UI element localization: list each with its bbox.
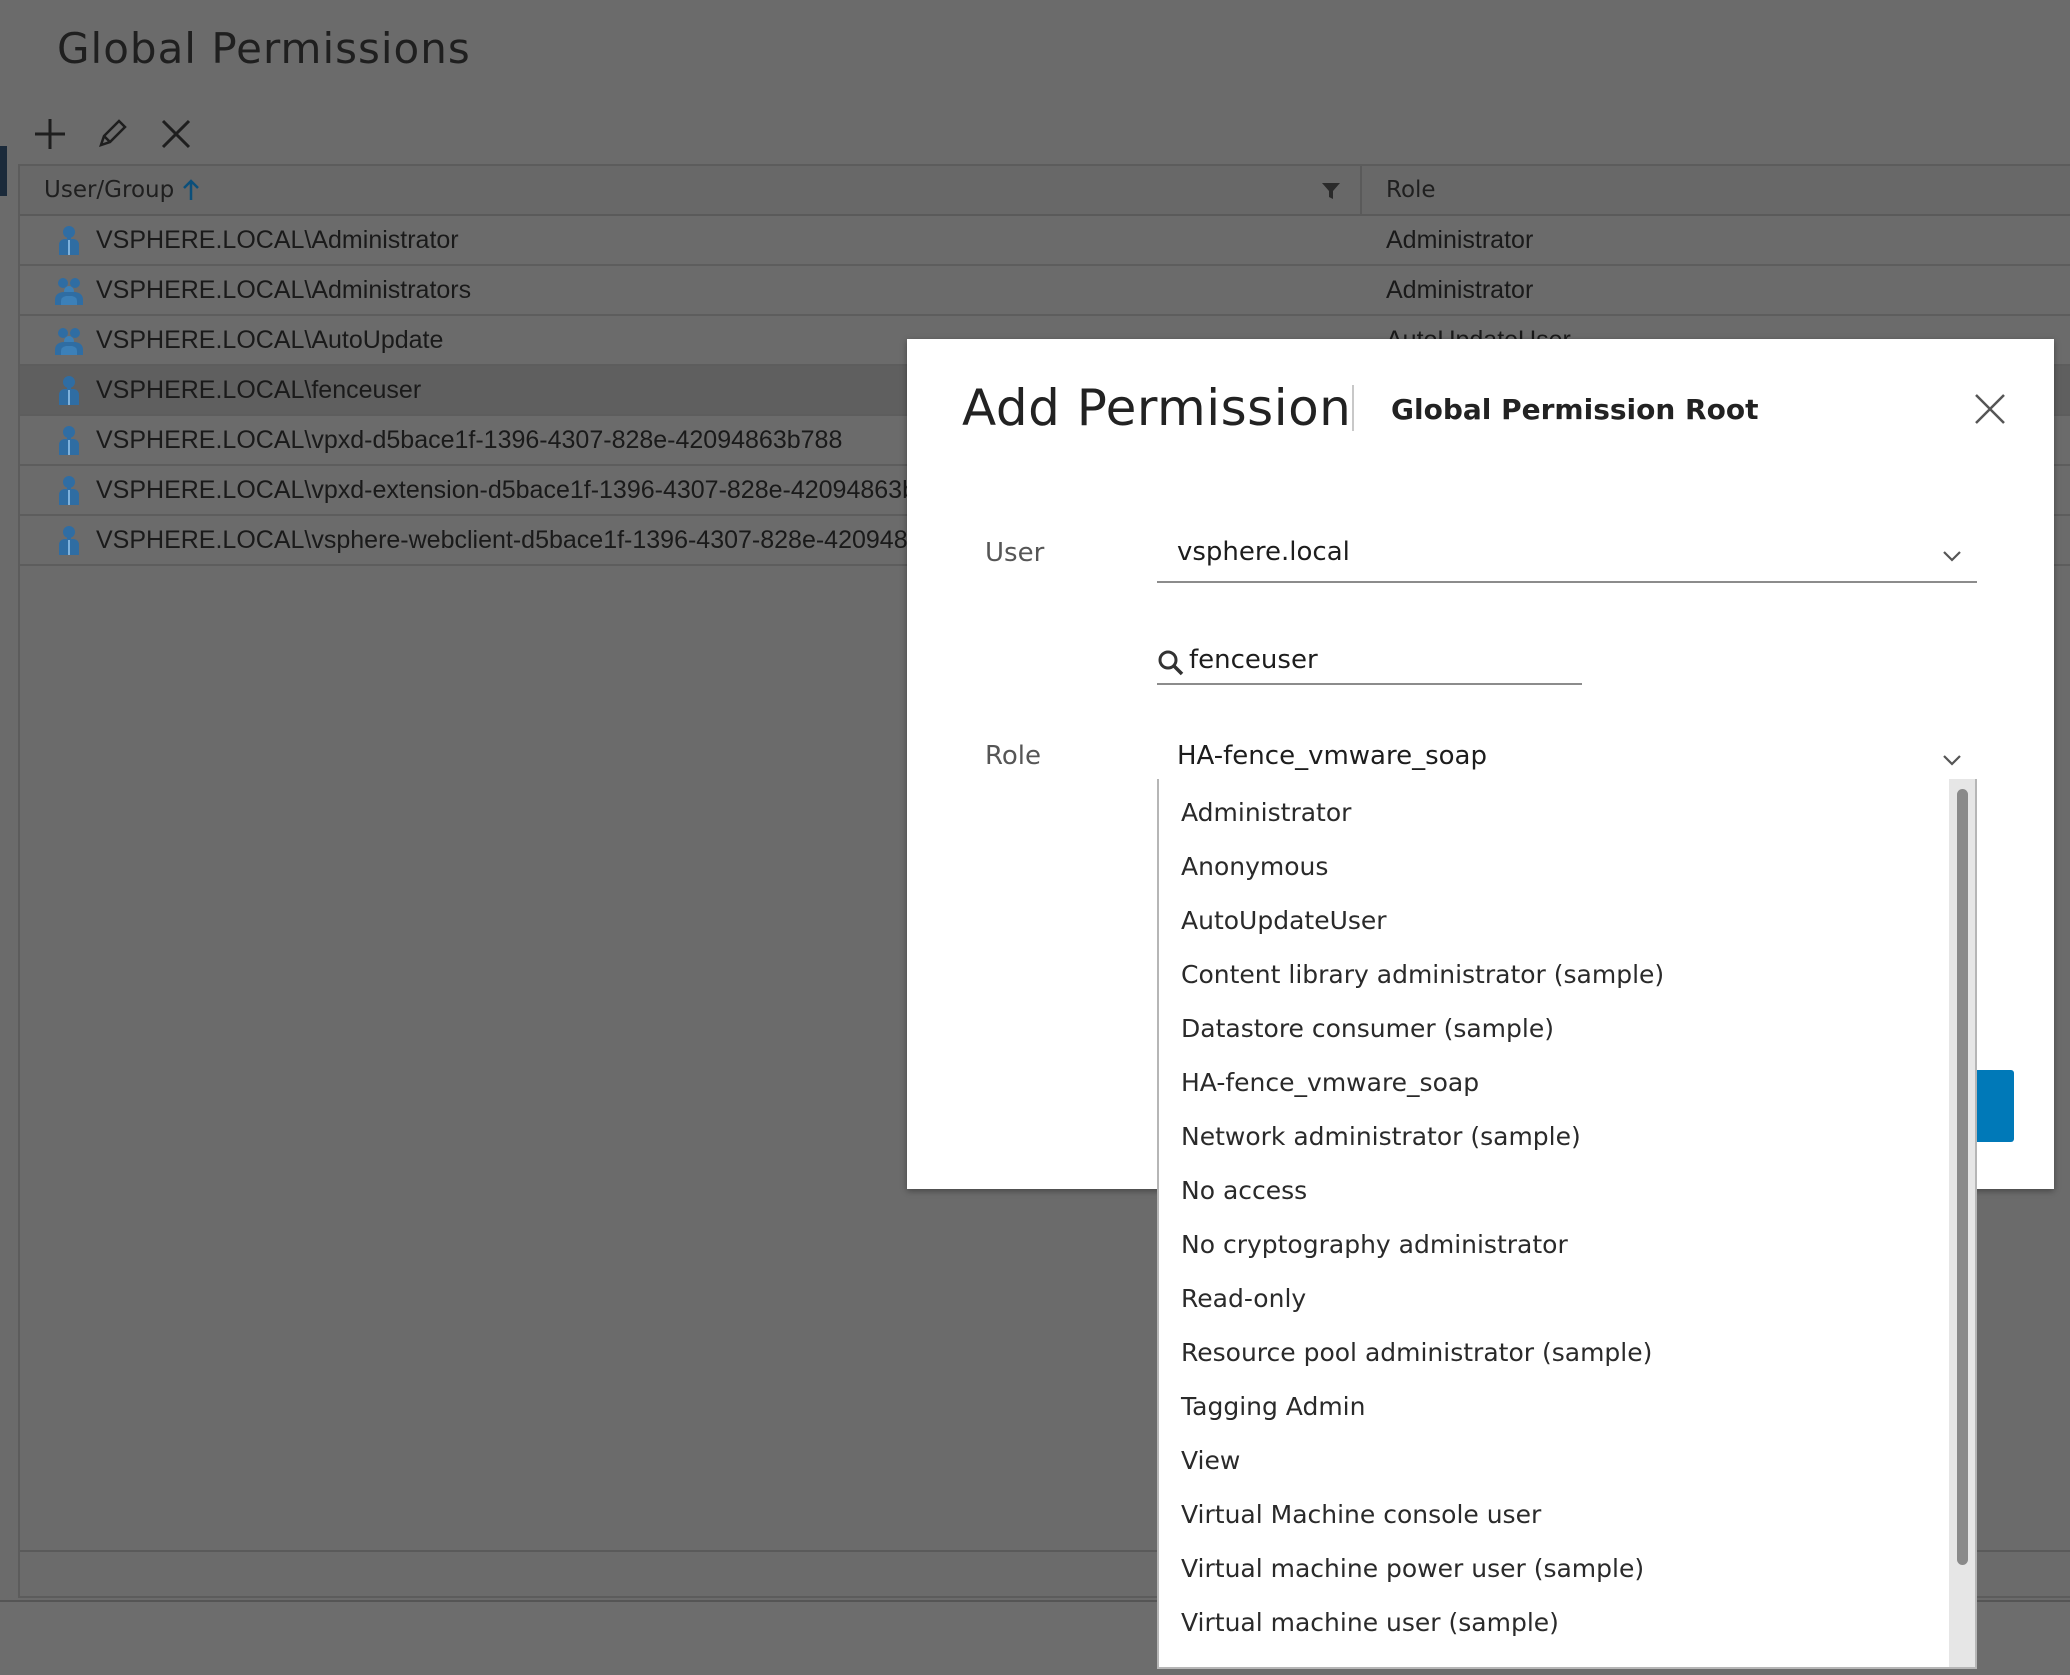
user-cell: VSPHERE.LOCAL\vpxd-d5bace1f-1396-4307-82…	[54, 416, 842, 464]
column-header-user-group[interactable]: User/Group	[44, 166, 200, 214]
plus-icon	[35, 119, 65, 149]
user-search-input[interactable]	[1189, 641, 1569, 679]
sort-ascending-icon[interactable]	[182, 179, 200, 201]
dialog-subtitle: Global Permission Root	[1391, 393, 1759, 426]
table-row[interactable]: VSPHERE.LOCAL\Administrator Administrator	[20, 216, 2070, 266]
user-name: VSPHERE.LOCAL\Administrator	[96, 225, 459, 254]
table-row[interactable]: VSPHERE.LOCAL\Administrators Administrato…	[20, 266, 2070, 316]
nav-accent	[0, 146, 7, 196]
scrollbar-thumb[interactable]	[1957, 789, 1968, 1565]
dialog-title: Add Permission	[962, 379, 1352, 437]
user-name: VSPHERE.LOCAL\AutoUpdate	[96, 325, 444, 354]
user-icon	[54, 374, 84, 406]
group-icon	[54, 324, 84, 356]
user-icon	[54, 424, 84, 456]
role-option[interactable]: Content library administrator (sample)	[1181, 947, 1664, 1001]
user-icon	[54, 474, 84, 506]
role-option[interactable]: Tagging Admin	[1181, 1379, 1365, 1433]
role-option[interactable]: Virtual Machine console user	[1181, 1487, 1541, 1541]
role-option[interactable]: View	[1181, 1433, 1240, 1487]
chevron-down-icon	[1943, 755, 1961, 766]
search-icon	[1158, 650, 1184, 676]
role-option[interactable]: Network administrator (sample)	[1181, 1109, 1581, 1163]
delete-button[interactable]	[154, 112, 198, 156]
role-option[interactable]: AutoUpdateUser	[1181, 893, 1387, 947]
role-option[interactable]: No cryptography administrator	[1181, 1217, 1568, 1271]
role-cell: Administrator	[1386, 225, 1534, 254]
scrollbar-track[interactable]	[1949, 779, 1975, 1667]
role-option[interactable]: Anonymous	[1181, 839, 1328, 893]
filter-icon[interactable]	[1320, 180, 1342, 202]
user-label: User	[985, 538, 1045, 568]
role-option[interactable]: HA-fence_vmware_soap	[1181, 1055, 1479, 1109]
user-name: VSPHERE.LOCAL\Administrators	[96, 275, 472, 304]
role-option[interactable]: Virtual machine user (sample)	[1181, 1595, 1559, 1649]
user-name: VSPHERE.LOCAL\vpxd-extension-d5bace1f-13…	[96, 475, 916, 504]
user-domain-select[interactable]: vsphere.local	[1157, 531, 1977, 583]
chevron-down-icon	[1943, 551, 1961, 562]
page-title: Global Permissions	[57, 24, 471, 73]
grid-header: User/Group Role	[20, 166, 2070, 216]
user-search-field	[1157, 639, 1582, 685]
user-cell: VSPHERE.LOCAL\vpxd-extension-d5bace1f-13…	[54, 466, 916, 514]
user-name: VSPHERE.LOCAL\vpxd-d5bace1f-1396-4307-82…	[96, 425, 843, 454]
role-option[interactable]: Resource pool administrator (sample)	[1181, 1325, 1652, 1379]
role-option[interactable]: Datastore consumer (sample)	[1181, 1001, 1554, 1055]
add-button[interactable]	[28, 112, 72, 156]
user-name: VSPHERE.LOCAL\vsphere-webclient-d5bace1f…	[96, 525, 908, 554]
user-cell: VSPHERE.LOCAL\fenceuser	[54, 366, 421, 414]
role-option[interactable]: Read-only	[1181, 1271, 1306, 1325]
role-option[interactable]: Administrator	[1181, 785, 1351, 839]
close-icon[interactable]	[1972, 391, 2008, 427]
role-label: Role	[985, 741, 1042, 771]
group-icon	[54, 274, 84, 306]
column-header-role[interactable]: Role	[1386, 166, 1436, 214]
user-icon	[54, 224, 84, 256]
role-dropdown-list[interactable]: Administrator Anonymous AutoUpdateUser Cont…	[1157, 779, 1977, 1669]
role-cell: Administrator	[1386, 275, 1534, 304]
user-cell: VSPHERE.LOCAL\vsphere-webclient-d5bace1f…	[54, 516, 908, 564]
user-icon	[54, 524, 84, 556]
title-divider	[1352, 385, 1354, 431]
user-name: VSPHERE.LOCAL\fenceuser	[96, 375, 422, 404]
column-divider[interactable]	[1360, 166, 1362, 214]
role-option[interactable]: Virtual machine power user (sample)	[1181, 1541, 1644, 1595]
user-cell: VSPHERE.LOCAL\Administrator	[54, 216, 459, 264]
x-icon	[161, 119, 191, 149]
pencil-icon	[99, 119, 127, 147]
edit-button[interactable]	[90, 112, 134, 156]
user-cell: VSPHERE.LOCAL\Administrators	[54, 266, 471, 314]
role-option[interactable]: No access	[1181, 1163, 1307, 1217]
user-cell: VSPHERE.LOCAL\AutoUpdate	[54, 316, 443, 364]
